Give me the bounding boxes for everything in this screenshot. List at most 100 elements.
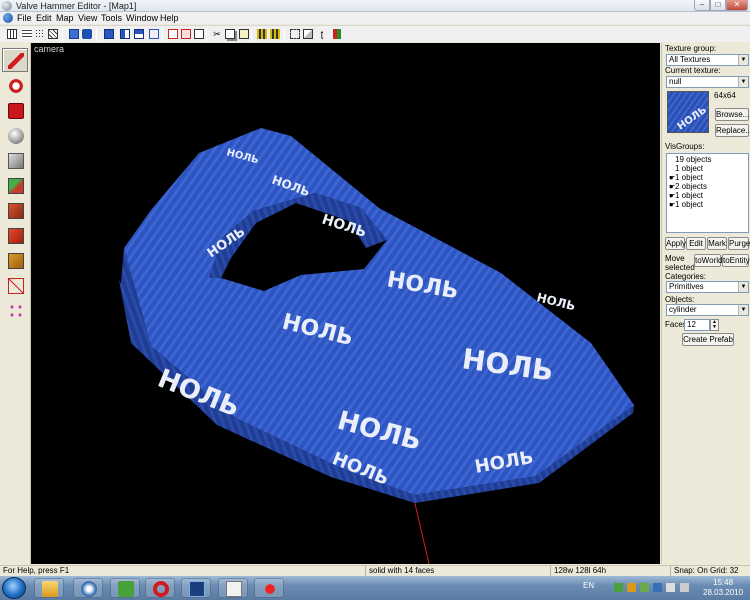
texture-application-icon[interactable]: [289, 28, 301, 40]
clock-date[interactable]: 28.03.2010: [703, 588, 743, 597]
to-entity-button[interactable]: toEntity: [722, 254, 750, 267]
texture-application-tool-button[interactable]: [2, 173, 28, 197]
categories-dropdown[interactable]: Primitives ▼: [666, 281, 749, 293]
undo-icon[interactable]: [81, 28, 93, 40]
create-prefab-button[interactable]: Create Prefab: [682, 333, 734, 346]
clock-time[interactable]: 15:48: [713, 578, 733, 587]
entity-report-icon[interactable]: ʈ: [316, 28, 328, 40]
visgroup-item[interactable]: 1 object: [669, 164, 703, 173]
taskbar-app-button[interactable]: [254, 578, 284, 598]
cut-icon-2[interactable]: ✂: [211, 28, 223, 40]
check-problems-icon[interactable]: [331, 28, 343, 40]
faces-stepper[interactable]: ▲ ▼: [710, 319, 719, 331]
camera-viewport[interactable]: НОЛЬ НОЛЬ НОЛЬ НОЛЬ НОЛЬ НОЛЬ НОЛЬ НОЛЬ …: [31, 43, 660, 564]
block-tool-button[interactable]: [2, 148, 28, 172]
selection-tool-button[interactable]: [2, 48, 28, 72]
load-window-state-icon[interactable]: [68, 28, 80, 40]
grid-3d-icon[interactable]: [47, 28, 59, 40]
browse-button[interactable]: Browse...: [715, 108, 749, 121]
chevron-down-icon: ▼: [738, 55, 748, 65]
status-snap: Snap: On Grid: 32: [670, 566, 738, 576]
status-size: 128w 128l 64h: [550, 566, 606, 576]
carve-icon[interactable]: [256, 28, 268, 40]
edit-button[interactable]: Edit: [686, 237, 706, 250]
block-tool-icon: [8, 153, 24, 169]
texture-preview[interactable]: НОЛЬ: [667, 91, 709, 133]
current-texture-value: null: [669, 77, 682, 86]
run-map-icon[interactable]: [302, 28, 314, 40]
volume-icon[interactable]: [680, 583, 689, 592]
document-icon[interactable]: [3, 13, 13, 23]
camera-tool-icon: [8, 103, 24, 119]
hollow-icon[interactable]: [269, 28, 281, 40]
close-button[interactable]: ✕: [726, 0, 748, 11]
minimize-button[interactable]: –: [694, 0, 710, 11]
copy-icon[interactable]: [224, 28, 236, 40]
clipping-tool-button[interactable]: [2, 273, 28, 297]
viewport-label[interactable]: camera: [34, 44, 64, 54]
faces-input[interactable]: 12: [684, 319, 710, 331]
grid-toggle-icon[interactable]: [21, 28, 33, 40]
taskbar-app-button[interactable]: [34, 578, 64, 598]
to-world-button[interactable]: toWorld: [694, 254, 722, 267]
show-items-icon[interactable]: [167, 28, 179, 40]
paste-icon[interactable]: [238, 28, 250, 40]
chevron-down-icon: ▼: [738, 305, 748, 315]
grid-dots-icon[interactable]: [34, 28, 46, 40]
ungroup-icon[interactable]: [119, 28, 131, 40]
maximize-button[interactable]: □: [710, 0, 726, 11]
magnify-tool-button[interactable]: [2, 73, 28, 97]
group-icon[interactable]: [103, 28, 115, 40]
status-selection: solid with 14 faces: [365, 566, 434, 576]
camera-tool-button[interactable]: [2, 98, 28, 122]
utorrent-icon: [118, 581, 134, 597]
window-title: Valve Hammer Editor - [Map1]: [16, 1, 137, 11]
visgroup-item[interactable]: ☛1 object: [669, 200, 703, 210]
decal-tool-button[interactable]: [2, 223, 28, 247]
language-indicator[interactable]: EN: [583, 581, 594, 590]
menu-map[interactable]: Map: [56, 12, 74, 24]
cut-icon[interactable]: [193, 28, 205, 40]
mark-button[interactable]: Mark: [707, 237, 727, 250]
tray-icon[interactable]: [627, 583, 636, 592]
taskbar-app-button[interactable]: [181, 578, 211, 598]
clipping-tool-icon: [8, 278, 24, 294]
taskbar-app-button[interactable]: [73, 578, 103, 598]
taskbar-app-button[interactable]: [218, 578, 248, 598]
current-texture-dropdown[interactable]: null ▼: [666, 76, 749, 88]
menu-view[interactable]: View: [78, 12, 97, 24]
status-help: For Help, press F1: [3, 566, 70, 575]
menu-help[interactable]: Help: [160, 12, 179, 24]
grid-icon[interactable]: [6, 28, 18, 40]
apply-button[interactable]: Apply: [665, 237, 686, 250]
visgroup-item[interactable]: 19 objects: [669, 155, 711, 164]
taskbar-app-button[interactable]: [110, 578, 140, 598]
viewport-scene: НОЛЬ НОЛЬ НОЛЬ НОЛЬ НОЛЬ НОЛЬ НОЛЬ НОЛЬ …: [119, 128, 634, 564]
replace-button[interactable]: Replace...: [715, 124, 750, 137]
overlay-tool-button[interactable]: [2, 248, 28, 272]
toggle-group-ignore-icon[interactable]: [133, 28, 145, 40]
objects-dropdown[interactable]: cylinder ▼: [666, 304, 749, 316]
menu-file[interactable]: File: [17, 12, 32, 24]
tray-icon-2[interactable]: [640, 583, 649, 592]
menu-tools[interactable]: Tools: [101, 12, 122, 24]
apply-texture-tool-button[interactable]: [2, 198, 28, 222]
current-texture-label: Current texture:: [665, 66, 721, 75]
visgroups-list[interactable]: 19 objects 1 object ☛1 object ☛2 objects…: [666, 153, 749, 233]
menu-window[interactable]: Window: [126, 12, 158, 24]
tray-icon-3[interactable]: [666, 583, 675, 592]
windows-explorer-icon: [42, 581, 58, 597]
hide-items-icon[interactable]: [148, 28, 160, 40]
texture-group-dropdown[interactable]: All Textures ▼: [666, 54, 749, 66]
texture-lock-icon[interactable]: [180, 28, 192, 40]
vertex-tool-button[interactable]: [2, 298, 28, 322]
network-icon[interactable]: [653, 583, 662, 592]
entity-tool-button[interactable]: [2, 123, 28, 147]
app-icon: [2, 1, 12, 11]
purge-button[interactable]: Purge: [728, 237, 750, 250]
taskbar-app-button[interactable]: [145, 578, 175, 598]
menu-edit[interactable]: Edit: [36, 12, 52, 24]
start-button[interactable]: [2, 577, 26, 599]
utorrent-tray-icon[interactable]: [614, 583, 623, 592]
hammer-editor-icon: [81, 581, 97, 597]
